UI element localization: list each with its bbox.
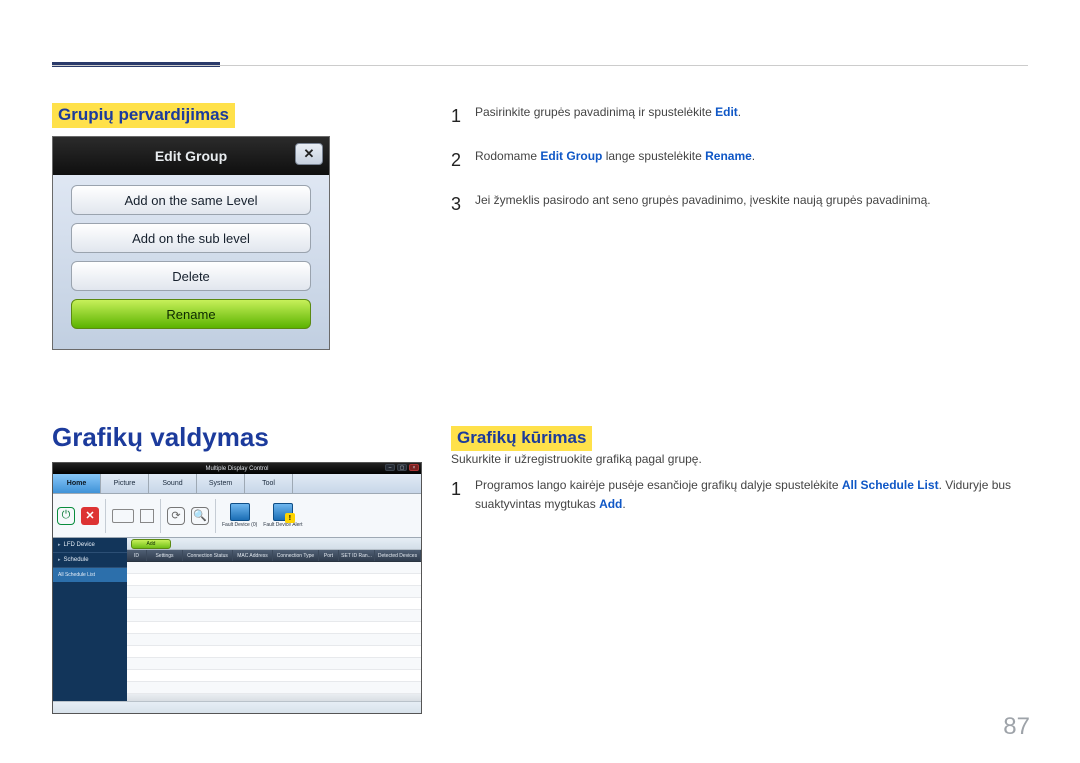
toolbar-separator <box>105 499 106 533</box>
header-rule <box>52 65 1028 66</box>
step-number: 1 <box>451 103 465 131</box>
maximize-button[interactable]: ▢ <box>397 464 407 471</box>
page-number: 87 <box>1003 713 1030 741</box>
minimize-button[interactable]: – <box>385 464 395 471</box>
table-row <box>127 622 421 634</box>
add-button[interactable]: Add <box>131 539 171 549</box>
toolbar-separator <box>160 499 161 533</box>
power-off-icon[interactable]: ✕ <box>81 507 99 525</box>
column-header[interactable]: Settings <box>147 550 183 561</box>
sidebar-filler <box>53 582 127 701</box>
section2-step-1: 1 Programos lango kairėje pusėje esančio… <box>451 476 1021 513</box>
table-row <box>127 670 421 682</box>
app-tabbar: Home Picture Sound System Tool <box>53 474 421 494</box>
delete-button[interactable]: Delete <box>71 261 311 291</box>
close-button[interactable]: ✕ <box>295 143 323 165</box>
dialog-title: Edit Group <box>155 148 227 164</box>
add-same-level-button[interactable]: Add on the same Level <box>71 185 311 215</box>
step-number: 3 <box>451 191 465 219</box>
table-header: IDSettingsConnection StatusMAC AddressCo… <box>127 550 421 562</box>
section1-steps: 1 Pasirinkite grupės pavadinimą ir spust… <box>451 103 1011 235</box>
dialog-body: Add on the same Level Add on the sub lev… <box>53 175 329 349</box>
table-row <box>127 658 421 670</box>
sidebar-item-all-schedule-list[interactable]: All Schedule List <box>53 568 127 582</box>
add-sub-level-button[interactable]: Add on the sub level <box>71 223 311 253</box>
window-buttons: – ▢ × <box>385 464 419 471</box>
section2-heading: Grafikų valdymas <box>52 422 269 453</box>
refresh-icon[interactable]: ⟳ <box>167 507 185 525</box>
step-number: 2 <box>451 147 465 175</box>
link-rename: Rename <box>705 149 752 163</box>
link-edit: Edit <box>715 105 738 119</box>
app-title: Multiple Display Control <box>205 466 268 472</box>
step-3: 3 Jei žymeklis pasirodo ant seno grupės … <box>451 191 1011 219</box>
step-2: 2 Rodomame Edit Group lange spustelėkite… <box>451 147 1011 175</box>
fault-device-count[interactable]: Fault Device (0) <box>222 503 257 528</box>
sidebar-header-lfd[interactable]: LFD Device <box>53 538 127 553</box>
fault-device-alert[interactable]: Fault Device Alert <box>263 503 302 528</box>
add-bar: Add <box>127 538 421 550</box>
table-row <box>127 586 421 598</box>
step-text: Rodomame Edit Group lange spustelėkite R… <box>475 147 755 175</box>
tab-home[interactable]: Home <box>53 474 101 493</box>
table-row <box>127 646 421 658</box>
section1-title: Grupių pervardijimas <box>52 103 235 128</box>
step-text: Programos lango kairėje pusėje esančioje… <box>475 476 1021 513</box>
app-sidebar: LFD Device Schedule All Schedule List <box>53 538 127 701</box>
step-1: 1 Pasirinkite grupės pavadinimą ir spust… <box>451 103 1011 131</box>
section2-intro: Sukurkite ir užregistruokite grafiką pag… <box>451 452 1021 466</box>
volume-icon[interactable] <box>140 509 154 523</box>
section2-subtitle: Grafikų kūrimas <box>451 426 592 451</box>
edit-group-dialog: Edit Group ✕ Add on the same Level Add o… <box>52 136 330 350</box>
table-row <box>127 574 421 586</box>
link-all-schedule-list: All Schedule List <box>842 478 939 492</box>
table-row <box>127 610 421 622</box>
column-header[interactable]: MAC Address <box>233 550 273 561</box>
app-titlebar: Multiple Display Control – ▢ × <box>53 463 421 474</box>
horizontal-scrollbar[interactable] <box>127 694 421 701</box>
link-add: Add <box>599 497 622 511</box>
step-text: Pasirinkite grupės pavadinimą ir spustel… <box>475 103 741 131</box>
mdc-app-window: Multiple Display Control – ▢ × Home Pict… <box>52 462 422 714</box>
app-content: Add IDSettingsConnection StatusMAC Addre… <box>127 538 421 701</box>
section2-steps: Sukurkite ir užregistruokite grafiką pag… <box>451 452 1021 529</box>
input-icon[interactable] <box>112 509 134 523</box>
monitor-alert-icon <box>273 503 293 521</box>
step-text: Jei žymeklis pasirodo ant seno grupės pa… <box>475 191 931 219</box>
close-window-button[interactable]: × <box>409 464 419 471</box>
table-row <box>127 682 421 694</box>
column-header[interactable]: SET ID Ran... <box>339 550 375 561</box>
link-edit-group: Edit Group <box>540 149 602 163</box>
column-header[interactable]: ID <box>127 550 147 561</box>
tab-tool[interactable]: Tool <box>245 474 293 493</box>
table-body <box>127 562 421 694</box>
app-main: LFD Device Schedule All Schedule List Ad… <box>53 538 421 701</box>
step-number: 1 <box>451 476 465 513</box>
column-header[interactable]: Connection Type <box>273 550 319 561</box>
rename-button[interactable]: Rename <box>71 299 311 329</box>
sidebar-header-schedule[interactable]: Schedule <box>53 553 127 568</box>
column-header[interactable]: Connection Status <box>183 550 233 561</box>
app-toolbar: ⏻ ✕ ⟳ 🔍 Fault Device (0) Fault Device Al… <box>53 494 421 538</box>
table-row <box>127 598 421 610</box>
table-row <box>127 634 421 646</box>
tab-system[interactable]: System <box>197 474 245 493</box>
column-header[interactable]: Detected Devices <box>375 550 421 561</box>
table-row <box>127 562 421 574</box>
power-on-icon[interactable]: ⏻ <box>57 507 75 525</box>
close-icon: ✕ <box>304 146 315 162</box>
tab-sound[interactable]: Sound <box>149 474 197 493</box>
tab-picture[interactable]: Picture <box>101 474 149 493</box>
dialog-titlebar: Edit Group ✕ <box>53 137 329 175</box>
monitor-icon <box>230 503 250 521</box>
column-header[interactable]: Port <box>319 550 339 561</box>
toolbar-separator <box>215 499 216 533</box>
app-statusbar <box>53 701 421 713</box>
zoom-icon[interactable]: 🔍 <box>191 507 209 525</box>
